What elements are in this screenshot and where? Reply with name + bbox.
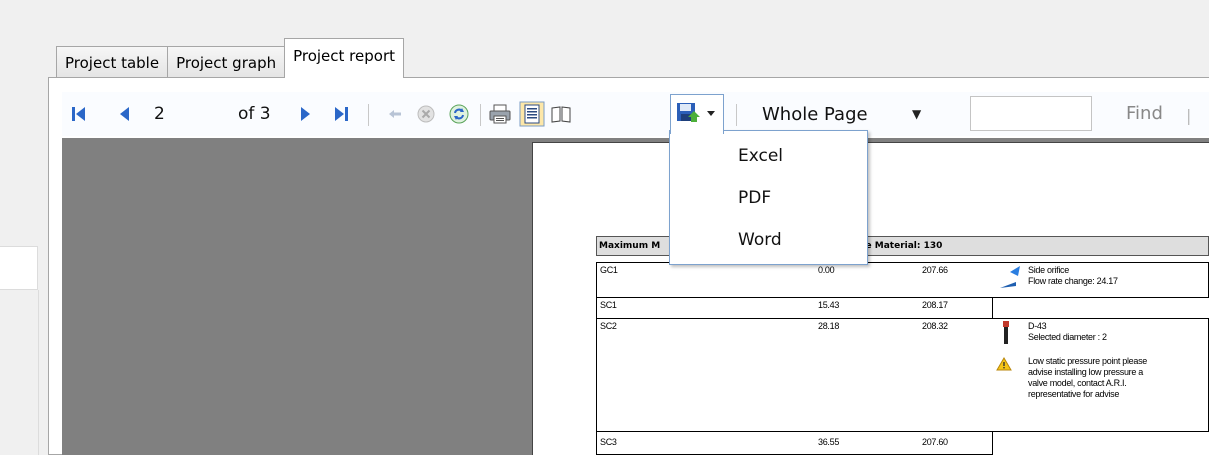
stop-button[interactable]	[414, 92, 438, 136]
row-note: advise installing low pressure a	[1028, 367, 1143, 377]
header-left-text: Maximum M	[599, 241, 661, 251]
last-page-button[interactable]	[330, 92, 354, 136]
row-name: SC2	[600, 321, 617, 331]
orifice-icon	[998, 266, 1020, 288]
tab-project-report[interactable]: Project report	[284, 38, 404, 78]
page-setup-button[interactable]	[548, 92, 574, 136]
menu-item-word[interactable]: Word	[738, 230, 782, 250]
report-viewer-window: Project table Project graph Project repo…	[0, 0, 1209, 455]
print-button[interactable]	[486, 92, 514, 136]
row-note: Flow rate change: 24.17	[1028, 276, 1118, 286]
previous-icon	[120, 107, 129, 121]
row-name: GC1	[600, 265, 618, 275]
row-note: Selected diameter : 2	[1028, 332, 1107, 342]
row-value-1: 0.00	[818, 265, 835, 275]
printer-icon	[489, 104, 511, 124]
row-note: representative for advise	[1028, 389, 1120, 399]
export-dropdown-menu: Excel PDF Word	[669, 130, 868, 265]
row-value-1: 36.55	[818, 437, 840, 447]
save-export-icon	[677, 103, 715, 122]
row-value-2: 207.60	[922, 437, 948, 447]
toolbar-separator	[480, 104, 481, 126]
next-page-button[interactable]	[294, 92, 318, 136]
last-page-icon	[335, 107, 348, 121]
refresh-icon	[449, 104, 469, 124]
previous-page-button[interactable]	[112, 92, 136, 136]
back-arrow-icon	[389, 110, 401, 118]
zoom-value: Whole Page	[762, 103, 868, 125]
tab-project-graph[interactable]: Project graph	[167, 46, 286, 78]
row-value-2: 208.32	[922, 321, 948, 331]
warning-icon	[996, 357, 1012, 371]
row-name: SC3	[600, 437, 617, 447]
row-name: SC1	[600, 300, 617, 310]
first-page-icon	[72, 107, 85, 121]
left-panel-border	[38, 290, 39, 455]
back-button[interactable]	[384, 92, 406, 136]
menu-item-pdf[interactable]: PDF	[738, 188, 771, 208]
find-separator: |	[1186, 106, 1192, 125]
valve-icon	[1003, 321, 1009, 344]
report-toolbar: 2 of 3 Whole Page ▼ Find |	[62, 92, 1209, 136]
row-value-2: 208.17	[922, 300, 948, 310]
print-layout-button[interactable]	[518, 92, 546, 136]
first-page-button[interactable]	[66, 92, 90, 136]
row-note: Low static pressure point please	[1028, 356, 1147, 366]
menu-item-excel[interactable]: Excel	[738, 146, 783, 166]
row-note: Side orifice	[1028, 265, 1069, 275]
refresh-button[interactable]	[446, 92, 472, 136]
open-book-icon	[551, 106, 571, 123]
row-value-1: 28.18	[818, 321, 840, 331]
next-icon	[301, 107, 310, 121]
toolbar-separator	[368, 104, 369, 126]
row-value-2: 207.66	[922, 265, 948, 275]
row-note: valve model, contact A.R.I.	[1028, 378, 1127, 388]
zoom-select[interactable]: Whole Page ▼	[752, 98, 948, 130]
tab-strip: Project table Project graph Project repo…	[56, 38, 404, 78]
toolbar-separator	[736, 104, 737, 126]
chevron-down-icon: ▼	[912, 107, 922, 121]
find-button[interactable]: Find	[1126, 102, 1163, 126]
row-value-1: 15.43	[818, 300, 840, 310]
page-count-label: of 3	[238, 104, 271, 124]
find-input[interactable]	[970, 96, 1092, 131]
row-note: D-43	[1028, 321, 1047, 331]
current-page-input[interactable]: 2	[154, 102, 204, 126]
tab-project-table[interactable]: Project table	[56, 46, 169, 78]
left-panel-fragment	[0, 246, 38, 290]
page-layout-icon	[519, 101, 545, 127]
stop-icon	[417, 105, 435, 123]
export-button[interactable]	[670, 94, 724, 134]
